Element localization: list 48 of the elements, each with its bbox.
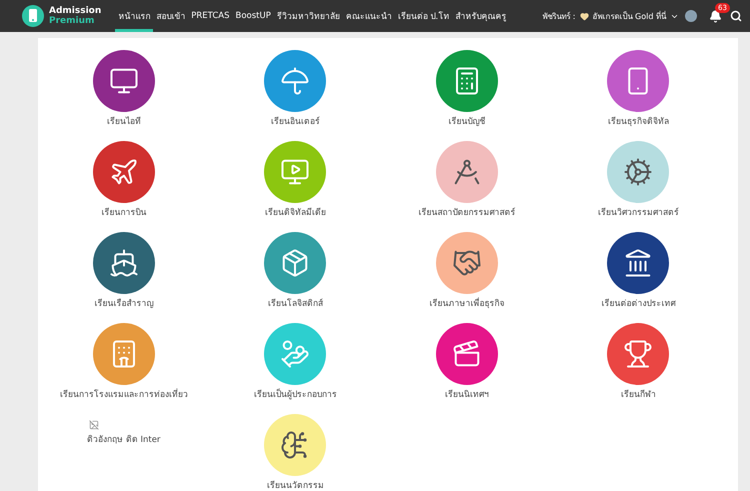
landmark-icon bbox=[623, 248, 654, 278]
search-icon[interactable] bbox=[730, 10, 742, 22]
monitor-icon bbox=[108, 66, 139, 96]
course-link[interactable]: เรียนบัญชี bbox=[448, 116, 486, 129]
course-link[interactable]: เรียนการบิน bbox=[101, 207, 146, 220]
course-link[interactable]: เรียนเรือสำราญ bbox=[94, 298, 154, 311]
avatar[interactable] bbox=[685, 10, 697, 22]
clapperboard-icon bbox=[452, 339, 482, 369]
user-name: พัชรินทร์ : bbox=[542, 10, 576, 22]
logo-text: Admission bbox=[49, 6, 102, 16]
course-link[interactable]: เรียนกีฬา bbox=[620, 389, 656, 402]
nav-link[interactable]: หน้าแรก bbox=[115, 0, 154, 32]
nav-link[interactable]: เรียนต่อ ป.โท bbox=[394, 0, 452, 32]
logo-text: Premium bbox=[49, 16, 96, 26]
handshake-icon bbox=[452, 248, 482, 278]
hand-money-icon bbox=[280, 339, 310, 369]
course-link[interactable]: เรียนสถาปัตยกรรมศาสตร์ bbox=[418, 207, 516, 220]
course-link[interactable]: เรียนนิเทศฯ bbox=[444, 389, 489, 402]
course-link[interactable]: ติวอังกฤษ ติด Inter bbox=[87, 434, 160, 447]
course-link[interactable]: เรียนต่อต่างประเทศ bbox=[601, 298, 676, 311]
course-link[interactable]: เรียนดิจิทัลมีเดีย bbox=[264, 207, 326, 220]
nav-link[interactable]: สอบเข้า bbox=[153, 0, 188, 32]
notification-bell-icon[interactable] bbox=[709, 10, 722, 22]
logo-icon[interactable] bbox=[22, 5, 44, 27]
course-link[interactable]: เรียนนวัตกรรม bbox=[266, 480, 324, 491]
course-link[interactable]: เรียนอินเตอร์ bbox=[270, 116, 320, 129]
nav-link[interactable]: รีวิวมหาวิทยาลัย bbox=[274, 0, 343, 32]
course-link[interactable]: เรียนการโรงแรมและการท่องเที่ยว bbox=[60, 389, 188, 402]
airplane-icon bbox=[108, 157, 139, 187]
gear-icon bbox=[623, 157, 654, 187]
course-link[interactable]: เรียนเป็นผู้ประกอบการ bbox=[254, 389, 337, 402]
trophy-icon bbox=[623, 339, 654, 369]
course-link[interactable]: เรียนภาษาเพื่อธุรกิจ bbox=[429, 298, 504, 311]
course-link[interactable]: เรียนไอที bbox=[106, 116, 141, 129]
nav-link[interactable]: BoostUP bbox=[232, 0, 274, 32]
course-link[interactable]: เรียนวิศวกรรมศาสตร์ bbox=[598, 207, 679, 220]
nav-link[interactable]: สำหรับคุณครู bbox=[452, 0, 510, 32]
box-icon bbox=[280, 248, 310, 278]
ship-icon bbox=[108, 248, 139, 278]
course-link[interactable]: เรียนธุรกิจดิจิทัล bbox=[608, 116, 669, 129]
nav-link[interactable]: PRETCAS bbox=[188, 0, 233, 32]
nav-link[interactable]: คณะแนะนำ bbox=[342, 0, 395, 32]
video-screen-icon bbox=[280, 157, 310, 187]
broken-image-icon bbox=[88, 420, 99, 430]
heart-icon bbox=[580, 12, 589, 20]
umbrella-icon bbox=[280, 66, 310, 96]
upgrade-link[interactable]: อัพเกรดเป็น Gold ที่นี่ bbox=[592, 10, 666, 22]
course-link[interactable]: เรียนโลจิสติกส์ bbox=[268, 298, 323, 311]
